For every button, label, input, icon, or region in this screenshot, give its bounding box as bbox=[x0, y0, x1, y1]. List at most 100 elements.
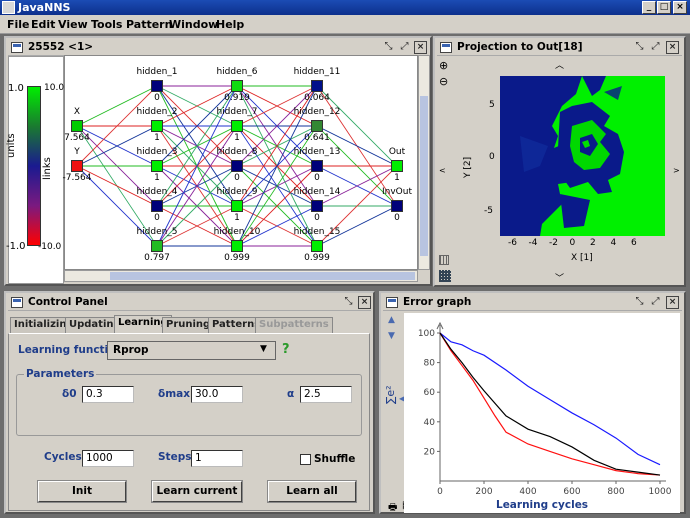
unit-hidden_8[interactable] bbox=[231, 160, 243, 172]
error-graph-title: Error graph bbox=[403, 296, 472, 308]
pan-left-icon[interactable]: < bbox=[439, 166, 446, 175]
pan-down-icon[interactable]: ﹀ bbox=[555, 271, 564, 284]
cycles-label: Cycles: bbox=[44, 451, 86, 463]
param-alpha-field[interactable]: 2.5 bbox=[300, 386, 352, 403]
unit-hidden_14[interactable] bbox=[311, 200, 323, 212]
maximize-button[interactable]: □ bbox=[657, 1, 671, 14]
menu-tools[interactable]: Tools bbox=[91, 18, 122, 31]
learning-function-select[interactable]: Rprop ▼ bbox=[107, 341, 276, 360]
menu-view[interactable]: View bbox=[58, 18, 88, 31]
x-tick-label: 200 bbox=[475, 487, 492, 497]
unit-name-label: hidden_15 bbox=[293, 227, 341, 237]
error-series-line-2 bbox=[439, 332, 661, 476]
unit-name-label: hidden_2 bbox=[136, 107, 178, 117]
x-tick-label: 600 bbox=[563, 487, 580, 497]
zoom-out-icon[interactable]: ⊖ bbox=[439, 75, 448, 88]
unit-value-label: 0 bbox=[234, 173, 240, 183]
network-hscroll[interactable] bbox=[64, 270, 418, 282]
unit-value-label: 1 bbox=[154, 133, 160, 143]
unit-hidden_4[interactable] bbox=[151, 200, 163, 212]
init-button[interactable]: Init bbox=[37, 480, 127, 503]
unit-hidden_13[interactable] bbox=[311, 160, 323, 172]
iconify-icon[interactable]: ⤡ bbox=[342, 296, 355, 309]
unit-hidden_1[interactable] bbox=[151, 80, 163, 92]
projection-ylabel: Y [2] bbox=[463, 156, 473, 178]
maximize-icon[interactable]: ⤢ bbox=[649, 296, 662, 309]
unit-name-label: hidden_3 bbox=[136, 147, 178, 157]
steps-field[interactable]: 1 bbox=[191, 450, 243, 467]
network-hscroll-thumb[interactable] bbox=[110, 272, 415, 280]
network-window-header[interactable]: 25552 <1> ⤡ ⤢ × bbox=[8, 40, 428, 56]
projection-window-header[interactable]: Projection to Out[18] ⤡ ⤢ × bbox=[437, 40, 682, 56]
unit-X[interactable] bbox=[71, 120, 83, 132]
pan-right-icon[interactable]: > bbox=[673, 166, 680, 175]
tab-pruning[interactable]: Pruning bbox=[162, 317, 215, 333]
iconify-icon[interactable]: ⤡ bbox=[382, 41, 395, 54]
param-deltamax-field[interactable]: 30.0 bbox=[191, 386, 243, 403]
iconify-icon[interactable]: ⤡ bbox=[633, 41, 646, 54]
menu-help[interactable]: Help bbox=[216, 18, 244, 31]
frame-icon bbox=[11, 42, 23, 53]
unit-hidden_12[interactable] bbox=[311, 120, 323, 132]
iconify-icon[interactable]: ⤡ bbox=[633, 296, 646, 309]
parameters-group bbox=[16, 374, 362, 436]
unit-value-label: 0 bbox=[154, 93, 160, 103]
shuffle-checkbox[interactable] bbox=[300, 454, 311, 465]
grid-icon[interactable] bbox=[439, 255, 449, 265]
unit-hidden_10[interactable] bbox=[231, 240, 243, 252]
unit-hidden_6[interactable] bbox=[231, 80, 243, 92]
menu-window[interactable]: Window bbox=[169, 18, 218, 31]
unit-hidden_5[interactable] bbox=[151, 240, 163, 252]
error-graph-header[interactable]: Error graph ⤡ ⤢ × bbox=[383, 295, 682, 311]
cycles-field[interactable]: 1000 bbox=[82, 450, 134, 467]
param-delta0-field[interactable]: 0.3 bbox=[82, 386, 134, 403]
menu-edit[interactable]: Edit bbox=[31, 18, 55, 31]
unit-name-label: hidden_4 bbox=[136, 187, 178, 197]
close-icon[interactable]: × bbox=[666, 41, 679, 54]
unit-value-label: 0 bbox=[314, 213, 320, 223]
menu-pattern[interactable]: Pattern bbox=[126, 18, 172, 31]
settings-grid-icon[interactable] bbox=[439, 270, 451, 282]
unit-value-label: 1 bbox=[234, 213, 240, 223]
unit-hidden_15[interactable] bbox=[311, 240, 323, 252]
unit-hidden_2[interactable] bbox=[151, 120, 163, 132]
scroll-down-icon[interactable]: ▼ bbox=[388, 331, 395, 341]
unit-hidden_11[interactable] bbox=[311, 80, 323, 92]
zoom-in-icon[interactable]: ⊕ bbox=[439, 59, 448, 72]
y-tick-label: 100 bbox=[418, 329, 435, 339]
close-icon[interactable]: × bbox=[358, 296, 371, 309]
unit-InvOut[interactable] bbox=[391, 200, 403, 212]
unit-name-label: hidden_12 bbox=[293, 107, 341, 117]
unit-value-label: 1 bbox=[154, 173, 160, 183]
pan-up-icon[interactable]: ︿ bbox=[555, 58, 564, 71]
print-icon[interactable]: 🖶 bbox=[388, 500, 397, 517]
projection-xtick: -2 bbox=[549, 238, 558, 248]
control-panel-header[interactable]: Control Panel ⤡ × bbox=[8, 295, 371, 311]
help-icon[interactable]: ? bbox=[282, 342, 290, 357]
error-chart[interactable]: 204060801000 200 400 600 800 1000 bbox=[404, 313, 680, 513]
unit-Y[interactable] bbox=[71, 160, 83, 172]
unit-value-label: 0.064 bbox=[304, 93, 330, 103]
unit-Out[interactable] bbox=[391, 160, 403, 172]
projection-xtick: 6 bbox=[631, 238, 637, 248]
tab-subpatterns: Subpatterns bbox=[255, 317, 333, 333]
projection-xtick: 4 bbox=[610, 238, 617, 248]
network-vscroll-thumb[interactable] bbox=[420, 96, 428, 256]
scroll-up-icon[interactable]: ▲ bbox=[388, 315, 395, 325]
unit-hidden_7[interactable] bbox=[231, 120, 243, 132]
unit-hidden_3[interactable] bbox=[151, 160, 163, 172]
close-button[interactable]: × bbox=[673, 1, 687, 14]
unit-value-label: -7.564 bbox=[62, 173, 92, 183]
menu-file[interactable]: File bbox=[7, 18, 30, 31]
maximize-icon[interactable]: ⤢ bbox=[649, 41, 662, 54]
unit-hidden_9[interactable] bbox=[231, 200, 243, 212]
network-vscroll[interactable] bbox=[418, 55, 430, 270]
minimize-button[interactable]: _ bbox=[642, 1, 656, 14]
projection-plot[interactable] bbox=[500, 76, 665, 236]
learn-current-button[interactable]: Learn current bbox=[151, 480, 243, 503]
learn-all-button[interactable]: Learn all bbox=[267, 480, 357, 503]
projection-xtick: 2 bbox=[590, 238, 596, 248]
close-icon[interactable]: × bbox=[666, 296, 679, 309]
maximize-icon[interactable]: ⤢ bbox=[398, 41, 411, 54]
close-icon[interactable]: × bbox=[414, 41, 427, 54]
